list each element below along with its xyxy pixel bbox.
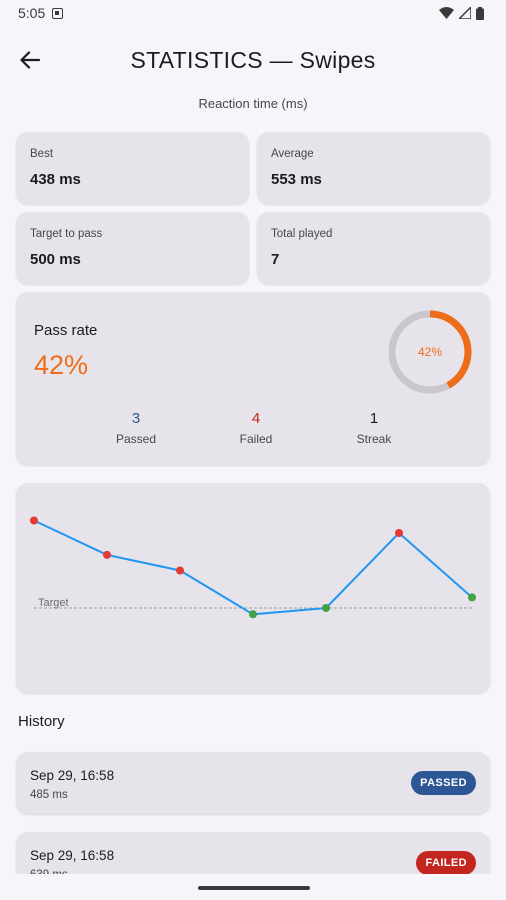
streak-count: 1: [369, 410, 379, 427]
stat-card-total-played: Total played 7: [257, 212, 490, 284]
home-indicator[interactable]: [198, 886, 310, 890]
pass-rate-value: 42%: [34, 350, 89, 380]
pass-rate-card: Pass rate 42% 42% 3 Passed 4 Failed 1 St…: [16, 292, 490, 465]
status-time: 5:05: [18, 5, 46, 21]
target-label: Target: [38, 597, 69, 609]
history-time: 485 ms: [30, 789, 68, 801]
history-title: History: [18, 713, 65, 730]
stat-label: Average: [271, 148, 314, 160]
status-badge-passed: PASSED: [411, 771, 476, 795]
chart-point-failed: [103, 550, 111, 559]
stat-card-average: Average 553 ms: [257, 132, 490, 204]
stat-value: 553 ms: [271, 171, 322, 188]
stat-label: Target to pass: [30, 228, 103, 240]
donut-label: 42%: [417, 345, 443, 359]
status-bar: 5:05: [0, 0, 506, 26]
chart-point-passed: [322, 604, 330, 612]
failed-count: 4: [251, 410, 261, 427]
chart-point-failed: [395, 529, 403, 537]
signal-icon: [459, 7, 471, 19]
summary-failed: 4 Failed: [196, 410, 316, 446]
pass-rate-title: Pass rate: [34, 322, 98, 339]
notification-icon: [52, 7, 64, 19]
passed-count: 3: [131, 410, 141, 427]
status-badge-failed: FAILED: [416, 851, 476, 875]
stat-label: Best: [30, 148, 54, 160]
passed-label: Passed: [115, 432, 157, 446]
wifi-icon: [439, 7, 454, 19]
app-bar: STATISTICS — Swipes: [0, 38, 506, 82]
navigation-bar: [0, 874, 506, 900]
streak-label: Streak: [356, 432, 392, 446]
summary-passed: 3 Passed: [76, 410, 196, 446]
stat-value: 438 ms: [30, 171, 81, 188]
arrow-back-icon: [20, 51, 40, 69]
chart-point-failed: [176, 566, 184, 575]
reaction-time-line: [33, 519, 473, 616]
chart-point-failed: [30, 516, 38, 525]
summary-streak: 1 Streak: [314, 410, 434, 446]
chart-subtitle: Reaction time (ms): [198, 96, 308, 111]
history-item[interactable]: Sep 29, 16:58 485 ms PASSED: [16, 752, 490, 814]
reaction-time-chart: Target: [30, 516, 476, 619]
stat-label: Total played: [271, 228, 333, 240]
stat-value: 500 ms: [30, 251, 81, 268]
history-date: Sep 29, 16:58: [30, 848, 115, 863]
page-title: STATISTICS — Swipes: [130, 46, 376, 73]
stat-card-best: Best 438 ms: [16, 132, 249, 204]
stat-card-target: Target to pass 500 ms: [16, 212, 249, 284]
back-button[interactable]: [14, 44, 46, 76]
failed-label: Failed: [239, 432, 273, 446]
chart-point-passed: [249, 610, 257, 619]
battery-icon: [476, 6, 484, 20]
reaction-time-chart-card: Target: [16, 483, 490, 693]
stat-value: 7: [271, 251, 280, 268]
history-date: Sep 29, 16:58: [30, 768, 115, 783]
chart-point-passed: [468, 593, 476, 602]
